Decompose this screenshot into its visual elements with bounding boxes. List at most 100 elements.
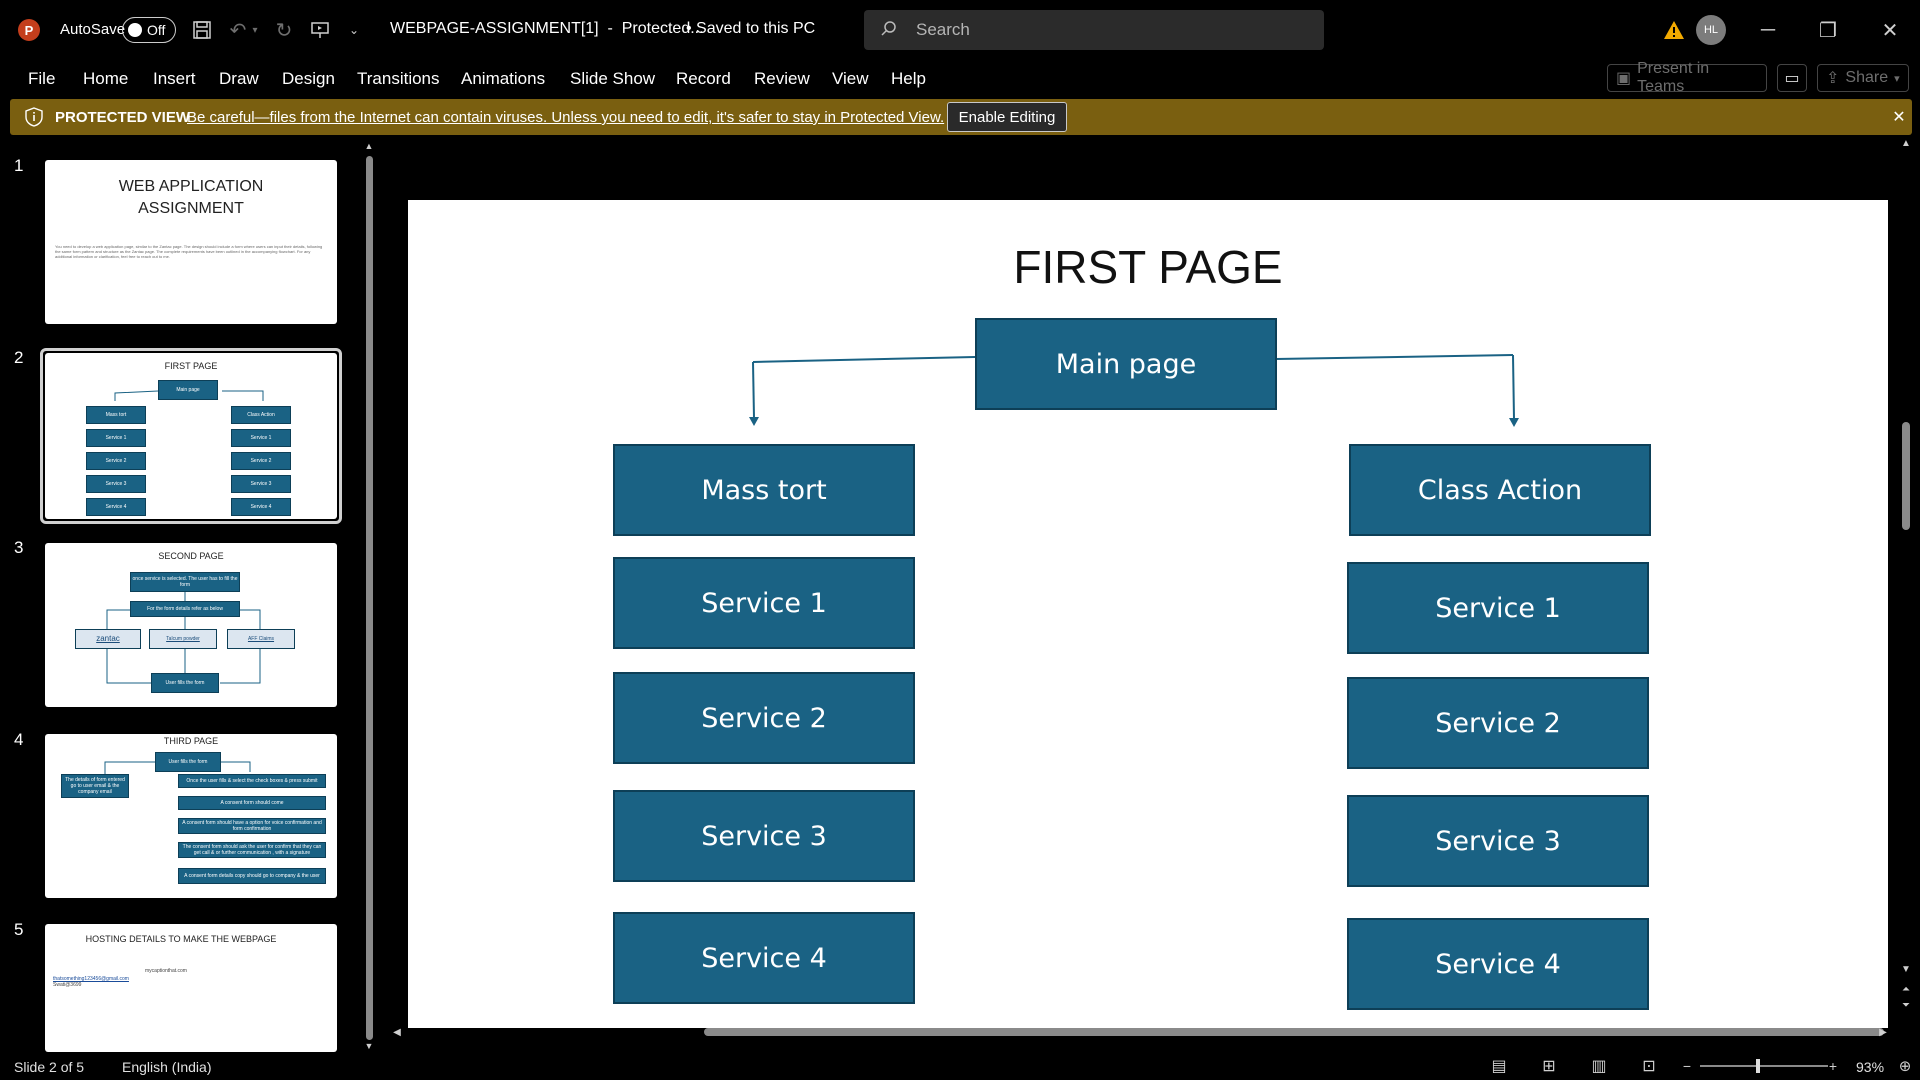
- tab-insert[interactable]: Insert: [153, 69, 196, 89]
- present-from-beginning-icon[interactable]: [308, 18, 332, 42]
- tab-help[interactable]: Help: [891, 69, 926, 89]
- language-status[interactable]: English (India): [122, 1059, 212, 1075]
- teams-icon: ▣: [1616, 70, 1632, 87]
- mass-tort-box[interactable]: Mass tort: [613, 444, 915, 536]
- thumb2-left-4: Service 4: [86, 498, 146, 516]
- enable-editing-button[interactable]: Enable Editing: [947, 102, 1067, 132]
- tab-animations[interactable]: Animations: [461, 69, 545, 89]
- thumb-number-2: 2: [14, 348, 24, 367]
- right-service-1-box[interactable]: Service 1: [1347, 562, 1649, 654]
- search-box[interactable]: Search: [864, 10, 1324, 50]
- avatar[interactable]: HL: [1696, 15, 1726, 45]
- left-service-4-box[interactable]: Service 4: [613, 912, 915, 1004]
- thumb3-link-0[interactable]: zantac: [75, 629, 141, 649]
- undo-icon[interactable]: ↶: [226, 18, 250, 42]
- warning-icon[interactable]: [1662, 18, 1686, 42]
- fit-slide-icon[interactable]: ⊕: [1894, 1055, 1916, 1077]
- tab-file[interactable]: File: [28, 69, 55, 89]
- thumb3-bottom: User fills the form: [151, 673, 219, 693]
- slide-counter: Slide 2 of 5: [14, 1059, 85, 1075]
- zoom-level[interactable]: 93%: [1856, 1059, 1884, 1075]
- scroll-thumb[interactable]: [1902, 422, 1910, 530]
- zoom-in-icon[interactable]: +: [1826, 1055, 1840, 1077]
- scroll-thumb[interactable]: [704, 1028, 1884, 1036]
- chevron-down-icon: ▾: [1894, 72, 1900, 85]
- scroll-left-icon[interactable]: ◀: [390, 1024, 404, 1040]
- comment-icon: ▭: [1784, 70, 1800, 87]
- slide-thumbnail-4[interactable]: THIRD PAGE User fills the form The detai…: [45, 734, 337, 898]
- reading-view-icon[interactable]: ▥: [1588, 1055, 1610, 1077]
- slide-thumbnail-5[interactable]: HOSTING DETAILS TO MAKE THE WEBPAGE myca…: [45, 924, 337, 1052]
- thumb4-top: User fills the form: [155, 752, 221, 772]
- thumb5-title: HOSTING DETAILS TO MAKE THE WEBPAGE: [85, 934, 277, 944]
- close-icon[interactable]: ✕: [1878, 18, 1902, 42]
- slide-thumbnail-2[interactable]: FIRST PAGE Main page Mass tort Service 1…: [45, 353, 337, 519]
- save-icon[interactable]: [190, 18, 214, 42]
- thumb-number-3: 3: [14, 538, 24, 557]
- left-service-1-box[interactable]: Service 1: [613, 557, 915, 649]
- thumb2-right-3: Service 3: [231, 475, 291, 493]
- zoom-out-icon[interactable]: −: [1680, 1055, 1694, 1077]
- tab-review[interactable]: Review: [754, 69, 810, 89]
- protected-view-message-link[interactable]: Be careful—files from the Internet can c…: [187, 109, 944, 126]
- slide-thumbnail-3[interactable]: SECOND PAGE once service is selected. Th…: [45, 543, 337, 707]
- autosave-state: Off: [147, 22, 166, 38]
- left-service-3-box[interactable]: Service 3: [613, 790, 915, 882]
- left-service-2-box[interactable]: Service 2: [613, 672, 915, 764]
- customize-qat-icon[interactable]: ⌄: [346, 20, 362, 40]
- slide-thumbnail-panel: 1 2 3 4 5 WEB APPLICATION ASSIGNMENT You…: [0, 136, 378, 1052]
- scroll-down-icon[interactable]: ▼: [362, 1040, 376, 1052]
- autosave-label: AutoSave: [60, 21, 126, 38]
- scroll-up-icon[interactable]: ▲: [1898, 136, 1914, 150]
- normal-view-icon[interactable]: ▤: [1488, 1055, 1510, 1077]
- undo-dropdown-icon[interactable]: ▾: [250, 20, 260, 40]
- zoom-slider[interactable]: [1700, 1059, 1828, 1073]
- thumb3-link-1[interactable]: Talcum powder: [149, 629, 217, 649]
- thumb3-mid: For the form details refer as below: [130, 601, 240, 617]
- minimize-icon[interactable]: ─: [1756, 18, 1780, 42]
- slideshow-view-icon[interactable]: ⊡: [1638, 1055, 1660, 1077]
- close-banner-icon[interactable]: ✕: [1888, 106, 1910, 128]
- restore-icon[interactable]: ❐: [1816, 18, 1840, 42]
- thumb-number-1: 1: [14, 156, 24, 175]
- share-icon: ⇪: [1826, 70, 1840, 87]
- redo-icon[interactable]: ↻: [272, 18, 296, 42]
- right-service-4-box[interactable]: Service 4: [1347, 918, 1649, 1010]
- tab-draw[interactable]: Draw: [219, 69, 259, 89]
- tab-transitions[interactable]: Transitions: [357, 69, 440, 89]
- thumbnail-scrollbar[interactable]: ▲ ▼: [362, 140, 376, 1052]
- slide-sorter-icon[interactable]: ⊞: [1538, 1055, 1560, 1077]
- autosave-toggle[interactable]: Off: [122, 17, 176, 43]
- thumb3-link-2[interactable]: AFF Claims: [227, 629, 295, 649]
- tab-design[interactable]: Design: [282, 69, 335, 89]
- class-action-box[interactable]: Class Action: [1349, 444, 1651, 536]
- editor-vertical-scrollbar[interactable]: ▲ ▼ ⏶ ⏷: [1898, 136, 1914, 1026]
- protected-view-bar: PROTECTED VIEW Be careful—files from the…: [10, 99, 1912, 135]
- tab-home[interactable]: Home: [83, 69, 128, 89]
- main-page-box[interactable]: Main page: [975, 318, 1277, 410]
- zoom-slider-handle[interactable]: [1756, 1059, 1760, 1073]
- thumb4-right-0: Once the user fills & select the check b…: [178, 774, 326, 788]
- tab-slide-show[interactable]: Slide Show: [570, 69, 655, 89]
- slide-canvas[interactable]: FIRST PAGE Main page Mass tort Service 1…: [408, 200, 1888, 1028]
- save-status: • Saved to this PC: [686, 20, 816, 37]
- right-service-2-box[interactable]: Service 2: [1347, 677, 1649, 769]
- tab-view[interactable]: View: [832, 69, 869, 89]
- previous-slide-icon[interactable]: ⏶: [1898, 982, 1914, 996]
- share-button[interactable]: ⇪ Share ▾: [1817, 64, 1909, 92]
- slide-thumbnail-1[interactable]: WEB APPLICATION ASSIGNMENT You need to d…: [45, 160, 337, 324]
- thumb1-body: You need to develop a web application pa…: [55, 244, 323, 259]
- present-in-teams-button[interactable]: ▣ Present in Teams: [1607, 60, 1767, 95]
- thumb4-right-2: A consent form should have a option for …: [178, 818, 326, 834]
- title-bar: P AutoSave Off ↶ ▾ ↻ ⌄ WEBPAGE-ASSIGNMEN…: [0, 0, 1920, 60]
- scroll-down-icon[interactable]: ▼: [1898, 962, 1914, 976]
- present-in-teams-label: Present in Teams: [1637, 60, 1710, 95]
- right-service-3-box[interactable]: Service 3: [1347, 795, 1649, 887]
- comments-button[interactable]: ▭: [1777, 64, 1807, 92]
- thumb-number-5: 5: [14, 920, 24, 939]
- next-slide-icon[interactable]: ⏷: [1898, 998, 1914, 1012]
- thumb2-right-0: Class Action: [231, 406, 291, 424]
- tab-record[interactable]: Record: [676, 69, 731, 89]
- scroll-thumb[interactable]: [366, 156, 373, 1040]
- scroll-up-icon[interactable]: ▲: [362, 140, 376, 152]
